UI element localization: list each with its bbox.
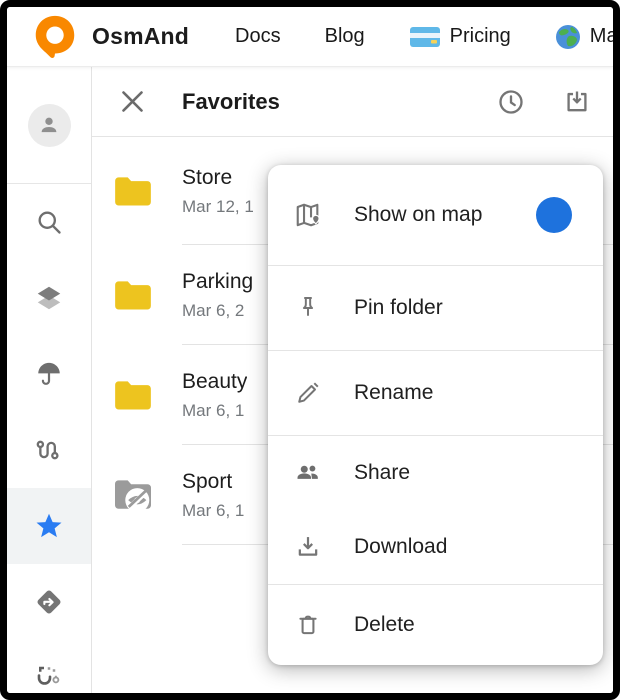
app-window: OsmAnd Docs Blog Pricing Map — [0, 0, 620, 700]
person-icon — [36, 112, 62, 138]
menu-item-show-on-map[interactable]: Show on map — [268, 165, 603, 265]
folder-name: Store — [182, 164, 254, 192]
star-icon — [34, 511, 64, 541]
page-title: Favorites — [182, 89, 280, 115]
recent-button[interactable] — [497, 88, 525, 116]
menu-item-label: Share — [354, 461, 410, 485]
folder-context-menu: Show on map Pin folder — [268, 165, 603, 665]
menu-item-label: Show on map — [354, 203, 482, 227]
folder-name: Sport — [182, 468, 244, 496]
avatar — [28, 104, 71, 147]
menu-item-rename[interactable]: Rename — [268, 351, 603, 435]
umbrella-icon — [35, 360, 63, 388]
nav-link-blog-label: Blog — [325, 25, 365, 48]
people-icon — [294, 459, 322, 487]
credit-card-icon — [409, 25, 441, 49]
recent-icon — [497, 88, 525, 116]
toggle-thumb — [536, 197, 572, 233]
osmand-logo-icon[interactable] — [33, 14, 77, 60]
download-icon — [294, 533, 322, 561]
import-button[interactable] — [563, 88, 591, 116]
folder-hidden-icon — [112, 477, 154, 513]
folder-date: Mar 12, 1 — [182, 194, 254, 219]
folder-date: Mar 6, 1 — [182, 498, 244, 523]
import-icon — [563, 88, 591, 116]
pushpin-icon — [295, 294, 321, 322]
sidebar-item-weather[interactable] — [7, 336, 91, 412]
sidebar-item-tracks[interactable] — [7, 412, 91, 488]
top-navbar: OsmAnd Docs Blog Pricing Map — [7, 7, 613, 67]
folder-icon — [112, 174, 154, 208]
menu-item-label: Delete — [354, 613, 415, 637]
sidebar-item-favorites[interactable] — [7, 488, 91, 564]
sidebar-item-navigation[interactable] — [7, 564, 91, 640]
folder-date: Mar 6, 2 — [182, 298, 253, 323]
menu-item-label: Rename — [354, 381, 433, 405]
folder-icon — [112, 378, 154, 412]
directions-icon — [34, 587, 64, 617]
search-icon — [35, 208, 63, 236]
show-on-map-toggle[interactable] — [513, 202, 569, 228]
folder-name: Parking — [182, 268, 253, 296]
close-icon — [119, 88, 146, 115]
nav-link-docs[interactable]: Docs — [235, 25, 281, 48]
menu-item-download[interactable]: Download — [268, 510, 603, 584]
plan-route-icon — [34, 663, 64, 693]
map-icon — [294, 200, 322, 230]
folder-date: Mar 6, 1 — [182, 398, 247, 423]
sidebar-item-search[interactable] — [7, 184, 91, 260]
menu-item-share[interactable]: Share — [268, 436, 603, 510]
trash-icon — [295, 611, 321, 639]
layers-icon — [34, 283, 64, 313]
menu-item-delete[interactable]: Delete — [268, 585, 603, 665]
sidebar-item-plan-route[interactable] — [7, 640, 91, 700]
menu-item-label: Download — [354, 535, 447, 559]
sidebar — [7, 67, 92, 693]
nav-link-map-label: Map — [590, 25, 620, 48]
nav-link-docs-label: Docs — [235, 25, 281, 48]
menu-item-pin-folder[interactable]: Pin folder — [268, 266, 603, 350]
sidebar-item-layers[interactable] — [7, 260, 91, 336]
folder-icon — [112, 278, 154, 312]
folder-name: Beauty — [182, 368, 247, 396]
nav-link-pricing[interactable]: Pricing — [409, 25, 511, 49]
route-icon — [35, 436, 63, 464]
pencil-icon — [294, 379, 322, 407]
nav-link-blog[interactable]: Blog — [325, 25, 365, 48]
nav-link-map[interactable]: Map — [555, 24, 620, 50]
menu-item-label: Pin folder — [354, 296, 443, 320]
nav-link-pricing-label: Pricing — [450, 25, 511, 48]
favorites-header: Favorites — [92, 67, 613, 137]
close-button[interactable] — [118, 88, 146, 116]
globe-icon — [555, 24, 581, 50]
brand-title[interactable]: OsmAnd — [92, 23, 189, 50]
sidebar-item-account[interactable] — [7, 67, 91, 184]
